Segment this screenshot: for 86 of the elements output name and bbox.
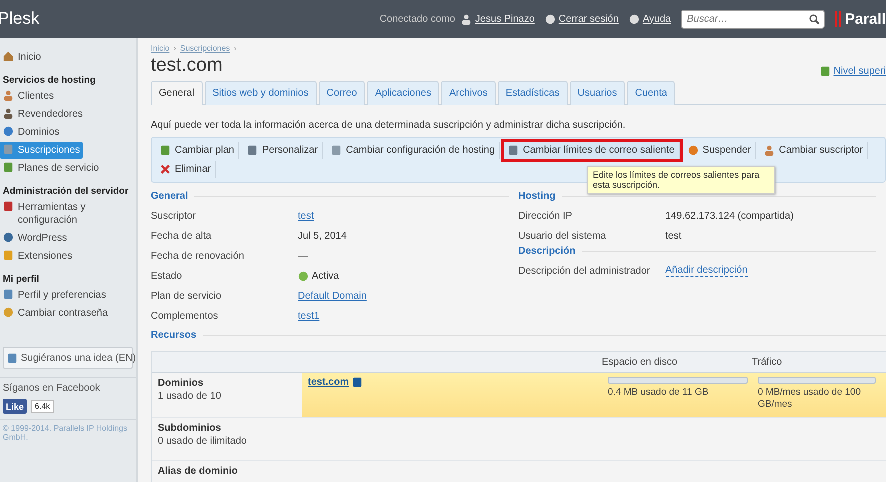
search-icon bbox=[809, 14, 820, 24]
toolbar-button[interactable]: Cambiar límites de correo saliente bbox=[504, 142, 680, 159]
tab[interactable]: Correo bbox=[318, 81, 366, 105]
field-label: Descripción del administrador bbox=[518, 266, 652, 276]
user-icon bbox=[3, 108, 14, 119]
status-text: Activa bbox=[312, 270, 340, 282]
sidebar-heading: Administración del servidor bbox=[2, 186, 130, 197]
like-count: 6.4k bbox=[31, 400, 54, 413]
resource-name: Alias de dominio bbox=[158, 465, 240, 478]
column-header: Espacio en disco bbox=[602, 356, 679, 368]
idea-button[interactable]: Sugiéranos una idea (EN) bbox=[3, 347, 133, 369]
section-title: General bbox=[151, 191, 188, 202]
field-value: Jul 5, 2014 bbox=[298, 230, 348, 242]
sidebar-item[interactable]: Suscripciones bbox=[0, 142, 84, 159]
resource-usage: 1 usado de 10 bbox=[158, 390, 222, 403]
value-link[interactable]: Default Domain bbox=[298, 290, 367, 302]
resource-name: Dominios bbox=[158, 377, 205, 390]
delete-icon bbox=[160, 164, 171, 175]
copyright-text: © 1999-2014. Parallels IP Holdings GmbH. bbox=[0, 419, 136, 446]
value-link[interactable]: Añadir descripción bbox=[666, 265, 748, 277]
tab[interactable]: Usuarios bbox=[570, 81, 626, 105]
field-label: Plan de servicio bbox=[151, 290, 223, 302]
field-value: test bbox=[666, 230, 683, 242]
user-link[interactable]: Jesus Pinazo bbox=[475, 14, 535, 24]
breadcrumb-separator: › bbox=[174, 44, 176, 53]
toolbar-button[interactable]: Cambiar configuración de hosting bbox=[327, 142, 500, 159]
tab[interactable]: Sitios web y dominios bbox=[204, 81, 317, 105]
traffic-usage-text: 0 MB/mes usado de 100 GB/mes bbox=[758, 387, 862, 411]
breadcrumb-separator: › bbox=[234, 44, 237, 53]
page-title: test.com bbox=[151, 55, 223, 77]
intro-text: Aquí puede ver toda la información acerca de una determinada suscripción y administrar dicha suscripción. bbox=[151, 120, 627, 131]
tab[interactable]: Estadísticas bbox=[498, 81, 568, 105]
value-link[interactable]: test bbox=[298, 210, 314, 222]
resource-usage: 0 usado de ilimitado bbox=[158, 435, 248, 448]
field-label: Estado bbox=[151, 270, 184, 282]
toolbar-button[interactable]: Cambiar suscriptor bbox=[760, 142, 868, 159]
sidebar-item[interactable]: WordPress bbox=[0, 230, 70, 247]
home-icon bbox=[3, 51, 14, 62]
field-label: Fecha de renovación bbox=[151, 250, 246, 262]
sidebar-item[interactable]: Inicio bbox=[0, 49, 44, 66]
sidebar-item[interactable]: Clientes bbox=[0, 88, 58, 105]
field-label: Usuario del sistema bbox=[518, 230, 608, 242]
sidebar-item[interactable]: Perfil y preferencias bbox=[0, 287, 110, 304]
resource-name: Subdominios bbox=[158, 422, 222, 435]
sidebar-item[interactable]: Cambiar contraseña bbox=[0, 305, 112, 322]
tooltip: Edite los límites de correos salientes para esta suscripción. bbox=[587, 166, 775, 194]
user-icon bbox=[461, 14, 472, 24]
field-value: 149.62.173.124 (compartida) bbox=[666, 210, 795, 222]
like-button[interactable]: Like bbox=[3, 399, 28, 414]
field-label: Dirección IP bbox=[518, 210, 574, 222]
tab[interactable]: Archivos bbox=[441, 81, 496, 105]
search-field[interactable]: Buscar… bbox=[681, 10, 826, 28]
facebook-label: Síganos en Facebook bbox=[3, 383, 102, 394]
logout-link[interactable]: Cerrar sesión bbox=[558, 14, 619, 24]
tab[interactable]: Cuenta bbox=[627, 81, 676, 105]
logo-bars-icon bbox=[835, 11, 842, 27]
section-title: Descripción bbox=[518, 246, 576, 257]
column-header: Tráfico bbox=[752, 356, 784, 368]
field-label: Complementos bbox=[151, 310, 220, 322]
value-link[interactable]: test1 bbox=[298, 310, 320, 322]
section-title: Recursos bbox=[151, 330, 197, 341]
user-icon bbox=[764, 145, 776, 156]
sidebar-item[interactable]: Dominios bbox=[0, 124, 63, 141]
toolbar-button[interactable]: Suspender bbox=[684, 142, 756, 159]
user-icon bbox=[3, 90, 14, 101]
sidebar-item[interactable]: Revendedores bbox=[0, 106, 86, 123]
sidebar-item[interactable]: Planes de servicio bbox=[0, 160, 102, 177]
tab[interactable]: Aplicaciones bbox=[367, 81, 440, 105]
disk-usage-text: 0.4 MB usado de 11 GB bbox=[608, 387, 710, 399]
up-level-link[interactable]: Nivel superi bbox=[820, 66, 886, 77]
field-value: — bbox=[298, 250, 309, 262]
sidebar-heading: Mi perfil bbox=[2, 274, 40, 285]
help-link[interactable]: Ayuda bbox=[642, 14, 672, 24]
connected-label: Conectado como bbox=[380, 14, 456, 24]
toolbar-button[interactable]: Cambiar plan bbox=[156, 142, 240, 159]
sidebar-heading: Servicios de hosting bbox=[2, 75, 97, 86]
tab[interactable]: General bbox=[151, 81, 203, 105]
sidebar-item[interactable]: Herramientas y configuración bbox=[0, 199, 134, 229]
domain-link[interactable]: test.com bbox=[308, 377, 350, 388]
field-label: Fecha de alta bbox=[151, 230, 213, 242]
field-label: Suscriptor bbox=[151, 210, 198, 222]
section-title: Hosting bbox=[518, 191, 556, 202]
sidebar-item[interactable]: Extensiones bbox=[0, 248, 76, 265]
toolbar-button[interactable]: Eliminar bbox=[156, 161, 216, 178]
logo-text: Parall bbox=[845, 10, 886, 28]
toolbar-button[interactable]: Personalizar bbox=[243, 142, 324, 159]
